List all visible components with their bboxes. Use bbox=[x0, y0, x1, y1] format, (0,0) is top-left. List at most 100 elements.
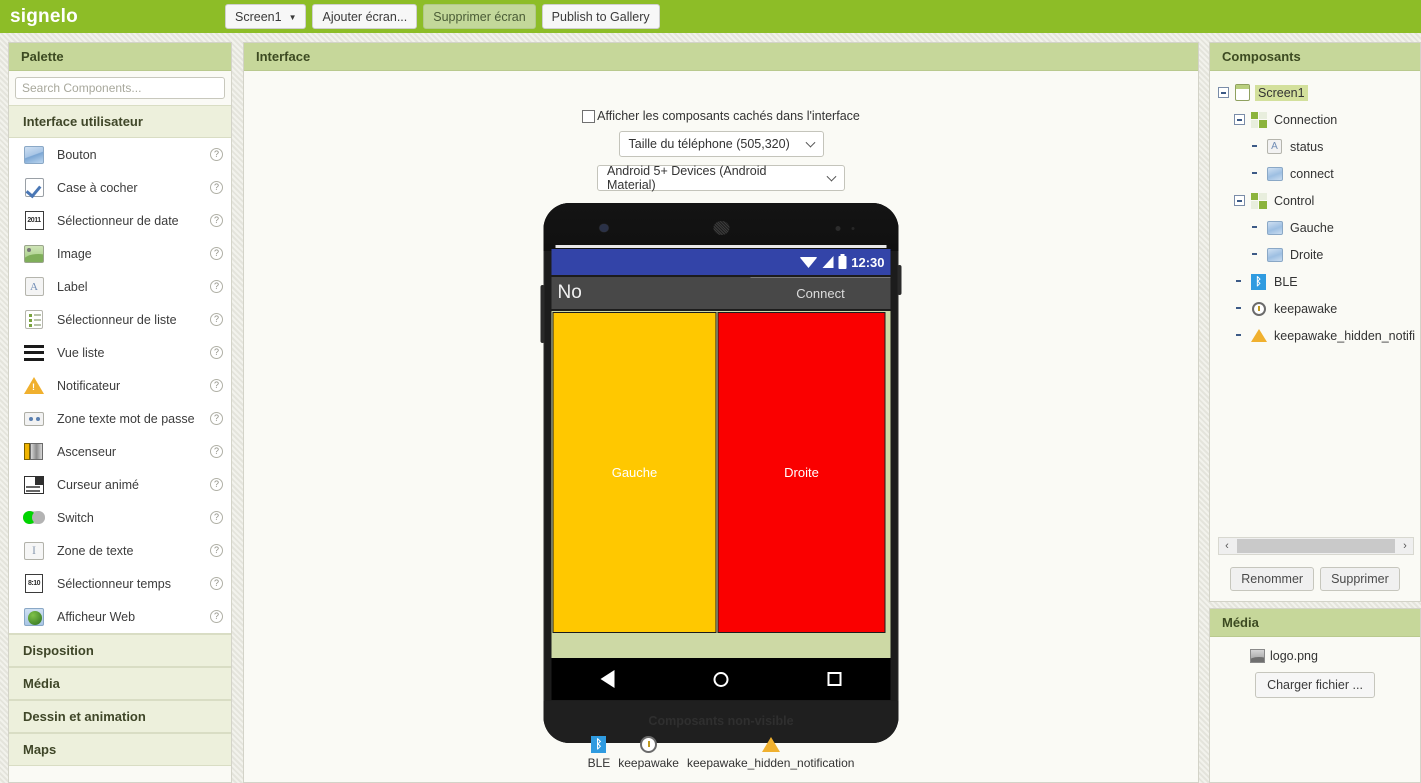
listview-icon bbox=[23, 342, 45, 364]
tree-node-Connection[interactable]: Connection bbox=[1218, 106, 1420, 133]
media-file-item[interactable]: logo.png bbox=[1210, 649, 1420, 663]
password-textbox-icon bbox=[23, 408, 45, 430]
palette-item-vue-liste[interactable]: Vue liste? bbox=[9, 336, 231, 369]
palette-item-case-cocher[interactable]: Case à cocher? bbox=[9, 171, 231, 204]
palette-item-image[interactable]: Image? bbox=[9, 237, 231, 270]
listpicker-icon bbox=[23, 309, 45, 331]
palette-item-afficheur-web[interactable]: Afficheur Web? bbox=[9, 600, 231, 633]
collapse-toggle-icon[interactable] bbox=[1218, 87, 1229, 98]
gauche-button[interactable]: Gauche bbox=[552, 312, 717, 633]
help-icon[interactable]: ? bbox=[210, 577, 223, 590]
back-icon[interactable] bbox=[600, 670, 615, 688]
tree-node-Gauche[interactable]: Gauche bbox=[1218, 214, 1420, 241]
palette-category-maps[interactable]: Maps bbox=[9, 733, 231, 766]
theme-select[interactable]: Android 5+ Devices (Android Material) bbox=[597, 164, 845, 192]
tree-node-status[interactable]: Astatus bbox=[1218, 133, 1420, 160]
palette-item-label[interactable]: A Label? bbox=[9, 270, 231, 303]
palette-category-m-dia[interactable]: Média bbox=[9, 667, 231, 700]
phone-size-select[interactable]: Taille du téléphone (505,320) bbox=[618, 131, 824, 157]
help-icon[interactable]: ? bbox=[210, 313, 223, 326]
tree-indent-spacer bbox=[1234, 276, 1245, 287]
help-icon[interactable]: ? bbox=[210, 247, 223, 260]
palette-item-notificateur[interactable]: Notificateur? bbox=[9, 369, 231, 402]
help-icon[interactable]: ? bbox=[210, 280, 223, 293]
tree-node-BLE[interactable]: ᛒ BLE bbox=[1218, 268, 1420, 295]
palette-item-s-lectionneur-de-liste[interactable]: Sélectionneur de liste? bbox=[9, 303, 231, 336]
help-icon[interactable]: ? bbox=[210, 214, 223, 227]
help-icon[interactable]: ? bbox=[210, 181, 223, 194]
tree-node-keepawake_hidden_notifi[interactable]: keepawake_hidden_notifi bbox=[1218, 322, 1420, 349]
clock-icon bbox=[640, 734, 658, 754]
screen-selector-label: Screen1 bbox=[235, 9, 282, 24]
publish-to-gallery-button[interactable]: Publish to Gallery bbox=[541, 4, 660, 29]
top-toolbar: signelo Screen1 ▼ Ajouter écran... Suppr… bbox=[0, 0, 1421, 33]
connect-button[interactable]: Connect bbox=[750, 277, 891, 309]
droite-button[interactable]: Droite bbox=[717, 312, 886, 633]
non-visible-components-section: Composants non-visible ᛒ BLE keepawake keep… bbox=[244, 714, 1198, 770]
collapse-toggle-icon[interactable] bbox=[1234, 114, 1245, 125]
component-tree-scrollbar[interactable]: ‹ › bbox=[1218, 537, 1414, 555]
collapse-toggle-icon[interactable] bbox=[1234, 195, 1245, 206]
help-icon[interactable]: ? bbox=[210, 478, 223, 491]
chevron-down-icon bbox=[826, 171, 837, 182]
tree-node-Droite[interactable]: Droite bbox=[1218, 241, 1420, 268]
delete-button[interactable]: Supprimer bbox=[1320, 567, 1400, 591]
palette-category-ui[interactable]: Interface utilisateur bbox=[9, 105, 231, 138]
scroll-left-icon[interactable]: ‹ bbox=[1219, 540, 1235, 552]
theme-value: Android 5+ Devices (Android Material) bbox=[607, 164, 767, 192]
help-icon[interactable]: ? bbox=[210, 445, 223, 458]
palette-item-label: Image bbox=[57, 246, 92, 261]
palette-item-ascenseur[interactable]: Ascenseur? bbox=[9, 435, 231, 468]
tree-node-connect[interactable]: connect bbox=[1218, 160, 1420, 187]
recents-icon[interactable] bbox=[827, 672, 842, 686]
help-icon[interactable]: ? bbox=[210, 379, 223, 392]
palette-item-s-lectionneur-temps[interactable]: 8:10 Sélectionneur temps? bbox=[9, 567, 231, 600]
palette-item-label: Zone de texte bbox=[57, 543, 134, 558]
palette-item-bouton[interactable]: Bouton? bbox=[9, 138, 231, 171]
palette-category-disposition[interactable]: Disposition bbox=[9, 634, 231, 667]
palette-item-zone-de-texte[interactable]: I Zone de texte? bbox=[9, 534, 231, 567]
viewer-canvas: Afficher les composants cachés dans l'in… bbox=[244, 71, 1198, 782]
android-status-bar: 12:30 bbox=[551, 249, 891, 275]
bluetooth-icon: ᛒ bbox=[1250, 273, 1267, 290]
non-visible-keepawake_hidden_notification[interactable]: keepawake_hidden_notification bbox=[683, 734, 858, 770]
show-hidden-checkbox[interactable] bbox=[582, 109, 596, 123]
textbox-icon: I bbox=[23, 540, 45, 562]
palette-item-zone-texte-mot-de-passe[interactable]: Zone texte mot de passe? bbox=[9, 402, 231, 435]
viewer-panel: Interface Afficher les composants cachés… bbox=[243, 42, 1199, 783]
tree-node-Screen1[interactable]: Screen1 bbox=[1218, 79, 1420, 106]
help-icon[interactable]: ? bbox=[210, 511, 223, 524]
help-icon[interactable]: ? bbox=[210, 346, 223, 359]
phone-volume-button bbox=[540, 285, 545, 343]
remove-screen-button[interactable]: Supprimer écran bbox=[423, 4, 536, 29]
palette-item-list: Bouton? Case à cocher? 2011 Sélectionneur d… bbox=[9, 138, 231, 634]
palette-item-switch[interactable]: Switch? bbox=[9, 501, 231, 534]
tree-node-keepawake[interactable]: keepawake bbox=[1218, 295, 1420, 322]
non-visible-label: keepawake bbox=[618, 756, 679, 770]
palette-item-s-lectionneur-de-date[interactable]: 2011 Sélectionneur de date? bbox=[9, 204, 231, 237]
signal-icon bbox=[822, 256, 834, 268]
palette-item-curseur-anim[interactable]: Curseur animé? bbox=[9, 468, 231, 501]
palette-item-label: Notificateur bbox=[57, 378, 121, 393]
tree-node-Control[interactable]: Control bbox=[1218, 187, 1420, 214]
non-visible-BLE[interactable]: ᛒ BLE bbox=[584, 734, 615, 770]
palette-category-dessin-et-animation[interactable]: Dessin et animation bbox=[9, 700, 231, 733]
rename-button[interactable]: Renommer bbox=[1230, 567, 1315, 591]
scrollbar-thumb[interactable] bbox=[1237, 539, 1395, 553]
add-screen-button[interactable]: Ajouter écran... bbox=[312, 4, 418, 29]
non-visible-keepawake[interactable]: keepawake bbox=[614, 734, 683, 770]
help-icon[interactable]: ? bbox=[210, 148, 223, 161]
scroll-right-icon[interactable]: › bbox=[1397, 540, 1413, 552]
help-icon[interactable]: ? bbox=[210, 544, 223, 557]
help-icon[interactable]: ? bbox=[210, 412, 223, 425]
search-input[interactable] bbox=[15, 77, 225, 99]
home-icon[interactable] bbox=[713, 671, 729, 687]
help-icon[interactable]: ? bbox=[210, 610, 223, 623]
palette-item-label: Case à cocher bbox=[57, 180, 138, 195]
wifi-icon bbox=[799, 256, 818, 268]
sensor-icon bbox=[851, 227, 855, 230]
palette-search-wrapper bbox=[9, 71, 231, 105]
component-tree: Screen1 Connection Astatus connect Control Ga… bbox=[1210, 71, 1420, 521]
upload-file-button[interactable]: Charger fichier ... bbox=[1255, 672, 1375, 698]
screen-selector-button[interactable]: Screen1 ▼ bbox=[225, 4, 307, 29]
